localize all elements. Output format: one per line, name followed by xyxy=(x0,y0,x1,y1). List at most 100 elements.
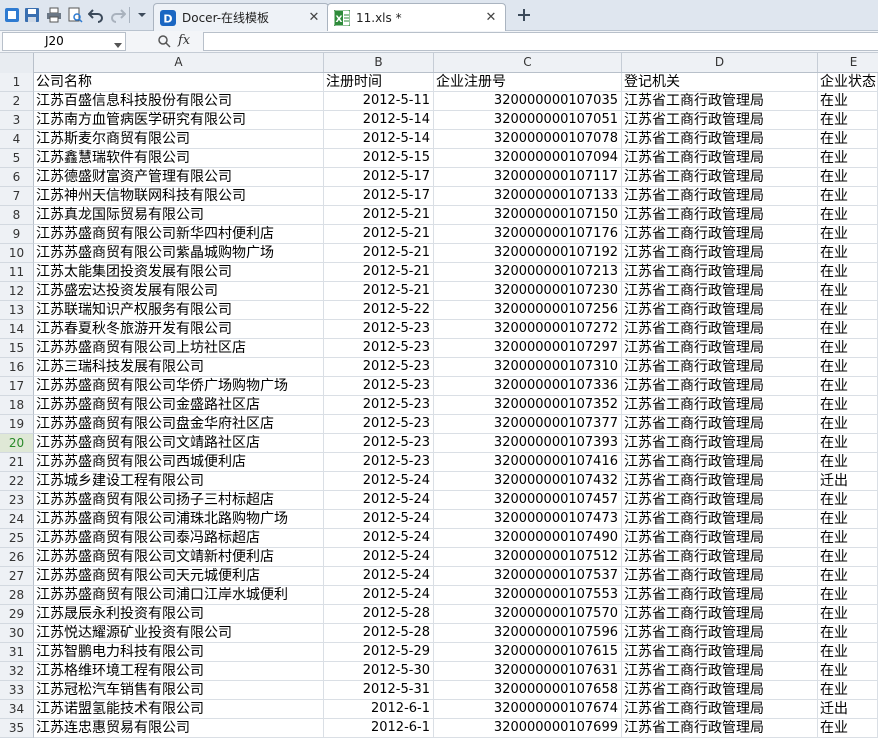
cell-company-name[interactable]: 江苏悦达耀源矿业投资有限公司 xyxy=(34,624,324,643)
cell-registration-number[interactable]: 320000000107117 xyxy=(434,168,622,187)
row-header[interactable]: 4 xyxy=(0,130,34,149)
row-header[interactable]: 17 xyxy=(0,377,34,396)
cell-registration-number[interactable]: 320000000107230 xyxy=(434,282,622,301)
cell-status[interactable]: 在业 xyxy=(818,92,878,111)
name-box[interactable]: J20 xyxy=(2,32,126,51)
cell-registration-date[interactable]: 2012-5-17 xyxy=(324,187,434,206)
zoom-function-icon[interactable] xyxy=(157,34,171,51)
cell-status[interactable]: 在业 xyxy=(818,358,878,377)
cell-company-name[interactable]: 江苏鑫慧瑞软件有限公司 xyxy=(34,149,324,168)
row-header[interactable]: 10 xyxy=(0,244,34,263)
cell-registration-authority[interactable]: 江苏省工商行政管理局 xyxy=(622,681,818,700)
row-header[interactable]: 8 xyxy=(0,206,34,225)
cell-registration-authority[interactable]: 江苏省工商行政管理局 xyxy=(622,225,818,244)
cell-registration-number[interactable]: 320000000107078 xyxy=(434,130,622,149)
insert-function-icon[interactable]: fx xyxy=(178,33,190,48)
header-cell[interactable]: 注册时间 xyxy=(324,73,434,92)
cell-registration-authority[interactable]: 江苏省工商行政管理局 xyxy=(622,662,818,681)
cell-company-name[interactable]: 江苏苏盛商贸有限公司金盛路社区店 xyxy=(34,396,324,415)
row-header[interactable]: 21 xyxy=(0,453,34,472)
cell-registration-date[interactable]: 2012-6-1 xyxy=(324,700,434,719)
cell-registration-authority[interactable]: 江苏省工商行政管理局 xyxy=(622,320,818,339)
cell-registration-authority[interactable]: 江苏省工商行政管理局 xyxy=(622,719,818,738)
row-header[interactable]: 30 xyxy=(0,624,34,643)
cell-status[interactable]: 在业 xyxy=(818,529,878,548)
cell-registration-number[interactable]: 320000000107377 xyxy=(434,415,622,434)
cell-status[interactable]: 在业 xyxy=(818,263,878,282)
row-header[interactable]: 19 xyxy=(0,415,34,434)
row-header[interactable]: 34 xyxy=(0,700,34,719)
cell-status[interactable]: 在业 xyxy=(818,434,878,453)
cell-registration-date[interactable]: 2012-5-21 xyxy=(324,282,434,301)
cell-registration-authority[interactable]: 江苏省工商行政管理局 xyxy=(622,396,818,415)
cell-status[interactable]: 在业 xyxy=(818,605,878,624)
cell-registration-authority[interactable]: 江苏省工商行政管理局 xyxy=(622,624,818,643)
cell-registration-number[interactable]: 320000000107570 xyxy=(434,605,622,624)
cell-status[interactable]: 在业 xyxy=(818,339,878,358)
cell-registration-number[interactable]: 320000000107432 xyxy=(434,472,622,491)
row-header[interactable]: 12 xyxy=(0,282,34,301)
cell-status[interactable]: 在业 xyxy=(818,567,878,586)
cell-registration-date[interactable]: 2012-6-1 xyxy=(324,719,434,738)
tab-docer[interactable]: D Docer-在线模板 ✕ xyxy=(153,3,329,31)
cell-registration-number[interactable]: 320000000107473 xyxy=(434,510,622,529)
select-all-corner[interactable] xyxy=(0,53,34,73)
cell-registration-authority[interactable]: 江苏省工商行政管理局 xyxy=(622,168,818,187)
cell-registration-authority[interactable]: 江苏省工商行政管理局 xyxy=(622,453,818,472)
row-header[interactable]: 23 xyxy=(0,491,34,510)
row-header[interactable]: 9 xyxy=(0,225,34,244)
cell-status[interactable]: 在业 xyxy=(818,396,878,415)
cell-registration-number[interactable]: 320000000107051 xyxy=(434,111,622,130)
row-header[interactable]: 15 xyxy=(0,339,34,358)
cell-registration-number[interactable]: 320000000107457 xyxy=(434,491,622,510)
cell-registration-authority[interactable]: 江苏省工商行政管理局 xyxy=(622,263,818,282)
cell-registration-number[interactable]: 320000000107537 xyxy=(434,567,622,586)
cell-registration-number[interactable]: 320000000107035 xyxy=(434,92,622,111)
cell-status[interactable]: 在业 xyxy=(818,130,878,149)
cell-status[interactable]: 在业 xyxy=(818,415,878,434)
cell-registration-authority[interactable]: 江苏省工商行政管理局 xyxy=(622,510,818,529)
cell-registration-date[interactable]: 2012-5-24 xyxy=(324,491,434,510)
cell-registration-date[interactable]: 2012-5-21 xyxy=(324,244,434,263)
cell-company-name[interactable]: 江苏神州天信物联网科技有限公司 xyxy=(34,187,324,206)
cell-status[interactable]: 在业 xyxy=(818,206,878,225)
cell-registration-date[interactable]: 2012-5-21 xyxy=(324,263,434,282)
row-header[interactable]: 22 xyxy=(0,472,34,491)
cell-status[interactable]: 在业 xyxy=(818,168,878,187)
cell-registration-date[interactable]: 2012-5-14 xyxy=(324,111,434,130)
cell-company-name[interactable]: 江苏苏盛商贸有限公司新华四村便利店 xyxy=(34,225,324,244)
cell-registration-number[interactable]: 320000000107192 xyxy=(434,244,622,263)
cell-registration-authority[interactable]: 江苏省工商行政管理局 xyxy=(622,700,818,719)
cell-status[interactable]: 迁出 xyxy=(818,700,878,719)
cell-company-name[interactable]: 江苏苏盛商贸有限公司文靖新村便利店 xyxy=(34,548,324,567)
header-cell[interactable]: 企业状态 xyxy=(818,73,878,92)
cell-status[interactable]: 在业 xyxy=(818,643,878,662)
save-icon[interactable] xyxy=(22,5,42,25)
row-header[interactable]: 35 xyxy=(0,719,34,738)
cell-status[interactable]: 在业 xyxy=(818,491,878,510)
cell-registration-date[interactable]: 2012-5-24 xyxy=(324,472,434,491)
cell-registration-authority[interactable]: 江苏省工商行政管理局 xyxy=(622,548,818,567)
row-header[interactable]: 31 xyxy=(0,643,34,662)
row-header[interactable]: 3 xyxy=(0,111,34,130)
cell-registration-authority[interactable]: 江苏省工商行政管理局 xyxy=(622,434,818,453)
cell-registration-authority[interactable]: 江苏省工商行政管理局 xyxy=(622,491,818,510)
cell-company-name[interactable]: 江苏智鹏电力科技有限公司 xyxy=(34,643,324,662)
cell-registration-authority[interactable]: 江苏省工商行政管理局 xyxy=(622,643,818,662)
row-header[interactable]: 29 xyxy=(0,605,34,624)
cell-company-name[interactable]: 江苏联瑞知识产权服务有限公司 xyxy=(34,301,324,320)
cell-registration-number[interactable]: 320000000107596 xyxy=(434,624,622,643)
cell-status[interactable]: 在业 xyxy=(818,301,878,320)
cell-registration-authority[interactable]: 江苏省工商行政管理局 xyxy=(622,244,818,263)
cell-company-name[interactable]: 江苏盛宏达投资发展有限公司 xyxy=(34,282,324,301)
cell-status[interactable]: 在业 xyxy=(818,111,878,130)
undo-icon[interactable] xyxy=(86,5,106,25)
row-header[interactable]: 11 xyxy=(0,263,34,282)
row-header[interactable]: 16 xyxy=(0,358,34,377)
cell-registration-number[interactable]: 320000000107352 xyxy=(434,396,622,415)
cell-company-name[interactable]: 江苏春夏秋冬旅游开发有限公司 xyxy=(34,320,324,339)
cell-registration-date[interactable]: 2012-5-23 xyxy=(324,453,434,472)
cell-status[interactable]: 在业 xyxy=(818,225,878,244)
header-cell[interactable]: 公司名称 xyxy=(34,73,324,92)
cell-registration-authority[interactable]: 江苏省工商行政管理局 xyxy=(622,149,818,168)
